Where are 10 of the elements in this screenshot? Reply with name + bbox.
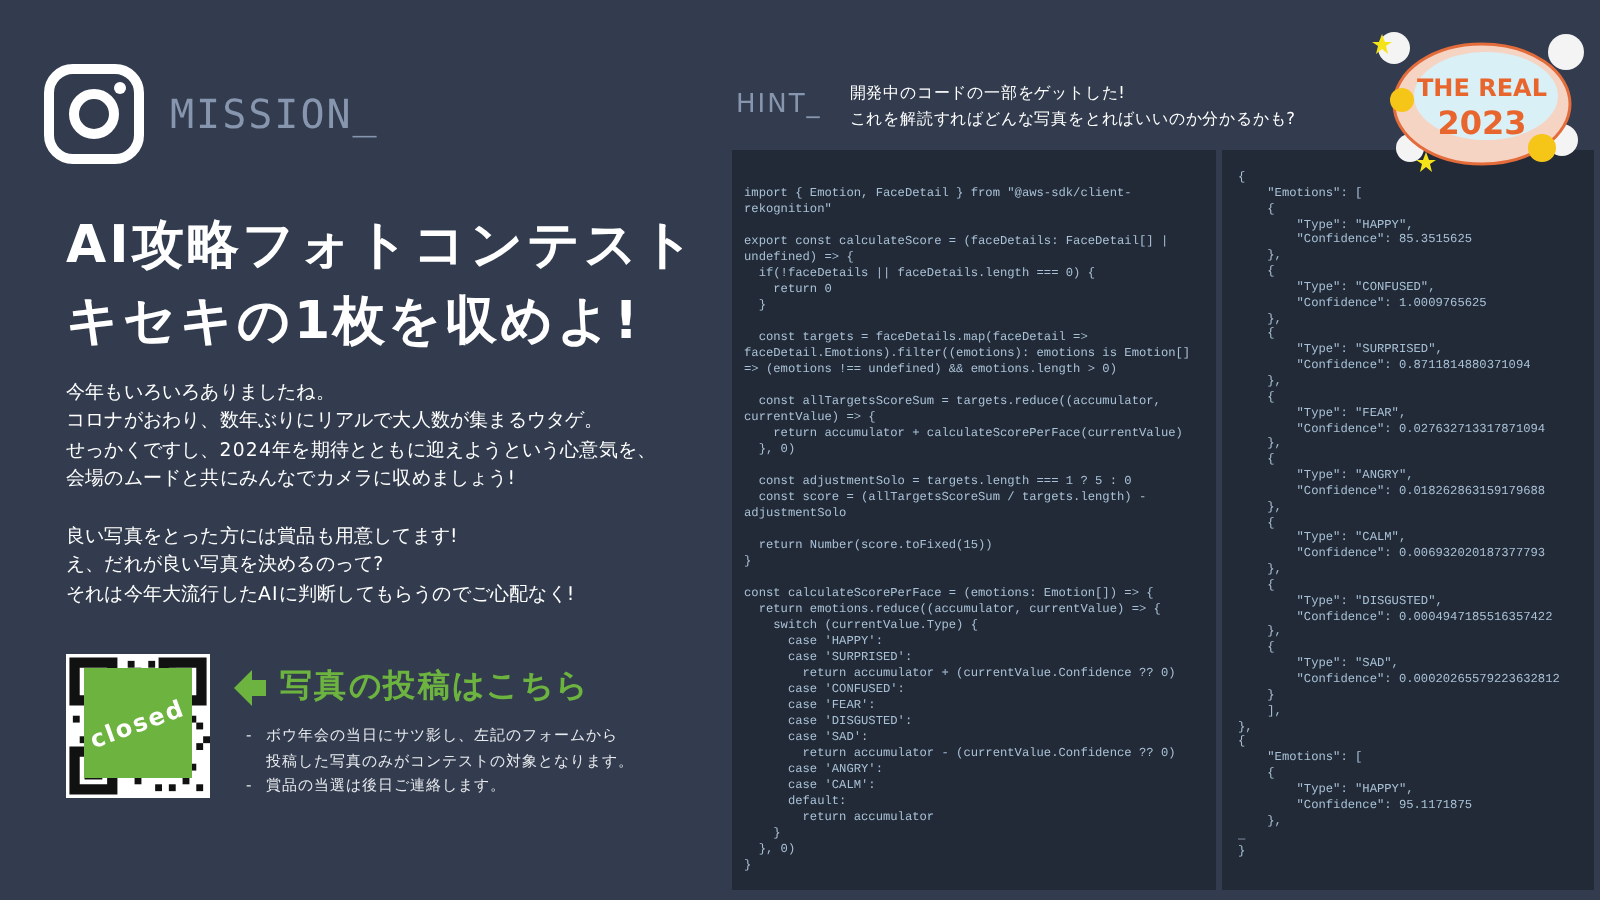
logo-title: THE REAL xyxy=(1417,74,1547,102)
submission-link[interactable]: 写真の投稿はこちら xyxy=(280,666,590,709)
poster-title: キセキの1枚を収めよ! xyxy=(66,290,643,356)
intro-paragraph: 今年もいろいろありましたね。 コロナがおわり、数年ぶりにリアルで大人数が集まるウタゲ。 せっかくですし、2024年を期待とともに迎えようという心意気を、 会場のムードと共にみんなでカメラに収めましょう! xyxy=(66,380,659,495)
hint-label: HINT_ xyxy=(736,90,822,120)
intro-paragraph: 良い写真をとった方には賞品も用意してます! え、だれが良い写真を決めるのって? それは今年大流行したAIに判断してもらうのでご心配なく! xyxy=(66,524,578,610)
mission-label: MISSION_ xyxy=(170,90,379,138)
logo-year: 2023 xyxy=(1437,104,1527,142)
poster-title: AI攻略フォトコンテスト xyxy=(66,214,700,280)
hint-text: 開発中のコードの一部をゲットした! これを解読すればどんな写真をとればいいのか分かるかも? xyxy=(849,79,1296,131)
